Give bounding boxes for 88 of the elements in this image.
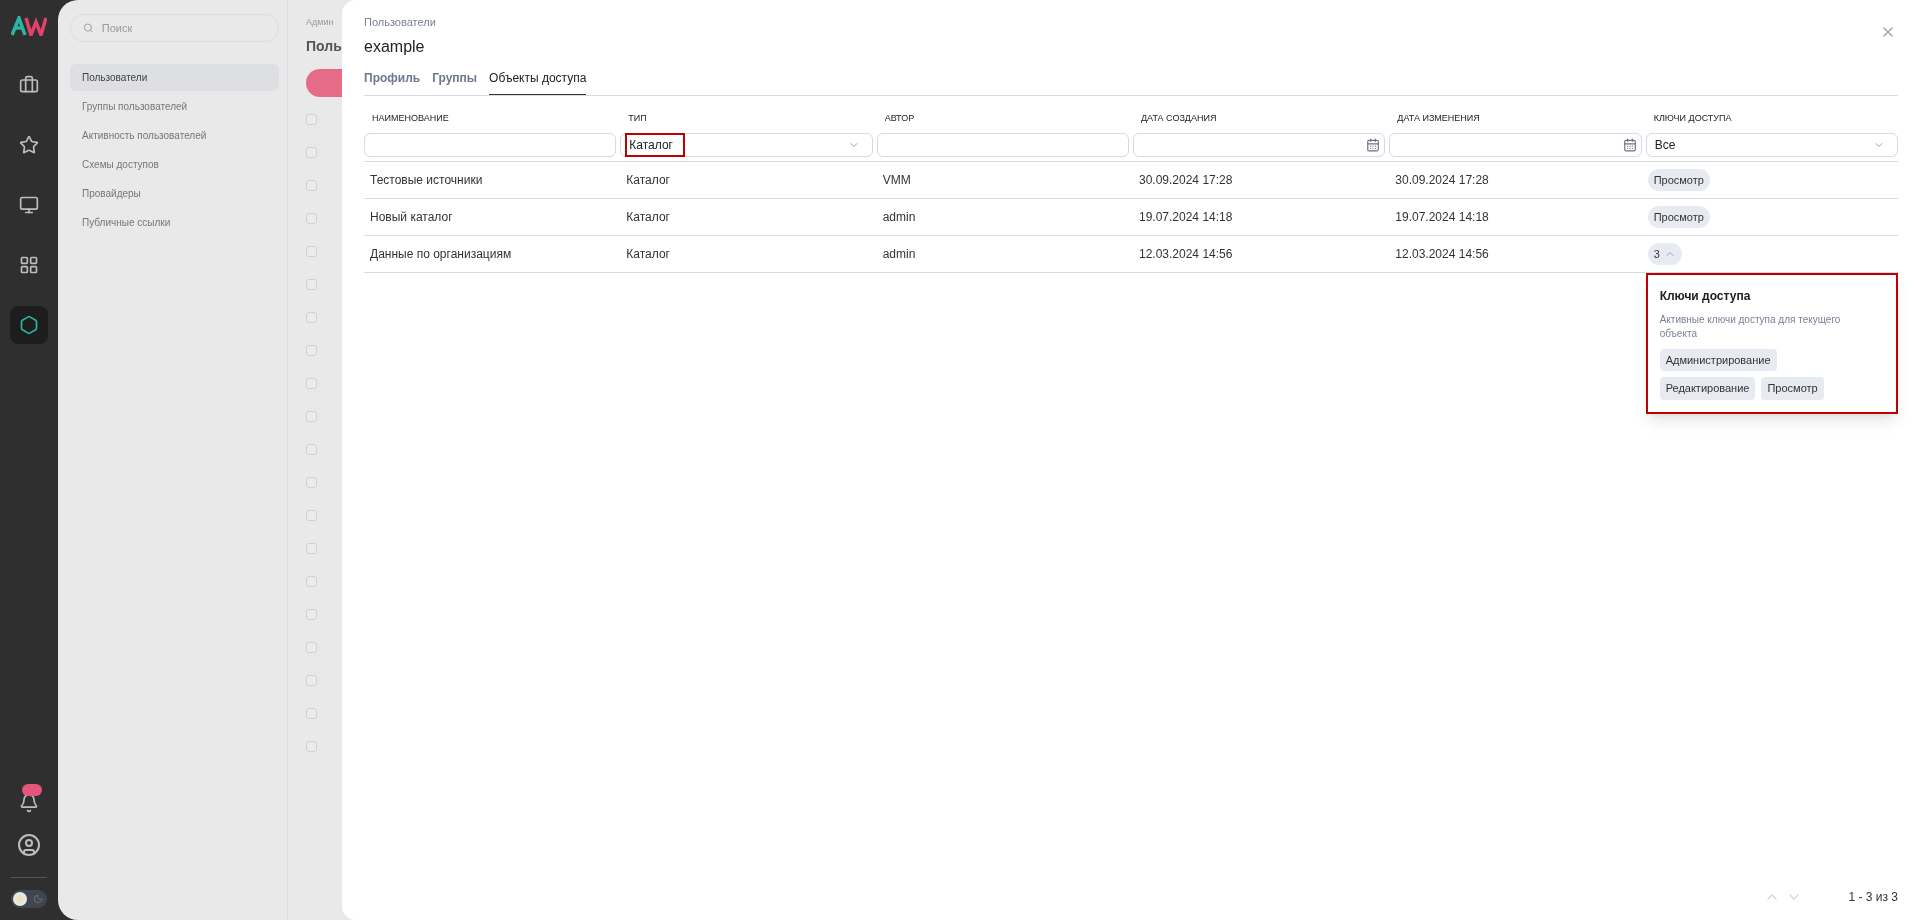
popover-description: Активные ключи доступа для текущего объекта bbox=[1659, 312, 1842, 341]
checkbox[interactable] bbox=[306, 575, 317, 587]
access-key-tag: Администрирование bbox=[1659, 348, 1777, 372]
column-header: АВТОР bbox=[883, 111, 916, 125]
filter-input[interactable] bbox=[364, 133, 617, 157]
table-cell-text: 12.03.2024 14:56 bbox=[1394, 246, 1490, 263]
select-field[interactable]: Каталог bbox=[620, 133, 873, 157]
checkbox[interactable] bbox=[306, 179, 317, 191]
access-key-tag: Просмотр bbox=[1647, 205, 1710, 229]
checkbox[interactable] bbox=[306, 542, 317, 554]
column-header: НАИМЕНОВАНИЕ bbox=[371, 111, 450, 125]
popover-title: Ключи доступа bbox=[1659, 287, 1752, 305]
filter-input[interactable] bbox=[876, 133, 1129, 157]
drawer-breadcrumb: Пользователи bbox=[364, 15, 436, 30]
tab[interactable]: Профиль bbox=[364, 68, 421, 95]
checkbox[interactable] bbox=[306, 212, 317, 224]
checkbox[interactable] bbox=[306, 245, 317, 257]
table-cell-text: Каталог bbox=[625, 246, 671, 263]
select-value: Все bbox=[1653, 137, 1677, 154]
checkbox[interactable] bbox=[306, 146, 317, 158]
checkbox[interactable] bbox=[306, 443, 317, 455]
table-cell-text: 12.03.2024 14:56 bbox=[1138, 246, 1234, 263]
checkbox[interactable] bbox=[306, 740, 317, 752]
monitor-icon bbox=[19, 195, 39, 215]
table-cell-text: admin bbox=[881, 246, 917, 263]
sidebar-item[interactable]: Активность пользователей bbox=[70, 122, 279, 149]
date-field[interactable] bbox=[1133, 133, 1386, 157]
calendar-icon bbox=[1366, 138, 1381, 152]
table-cell-text: admin bbox=[881, 209, 917, 226]
table-cell-text: VMM bbox=[881, 172, 912, 189]
user-avatar-icon[interactable] bbox=[17, 833, 41, 857]
table-cell-text: 30.09.2024 17:28 bbox=[1138, 172, 1234, 189]
checkbox[interactable] bbox=[306, 410, 317, 422]
checkbox[interactable] bbox=[306, 674, 317, 686]
table-cell-text: 19.07.2024 14:18 bbox=[1138, 209, 1234, 226]
briefcase-icon bbox=[19, 75, 39, 95]
search-input[interactable]: Поиск bbox=[101, 19, 266, 37]
sun-icon bbox=[13, 892, 27, 906]
checkbox[interactable] bbox=[306, 707, 317, 719]
rail-button[interactable] bbox=[10, 306, 48, 344]
key-count-toggle[interactable]: 3 bbox=[1647, 242, 1682, 266]
column-header: ДАТА ИЗМЕНЕНИЯ bbox=[1396, 111, 1481, 125]
sidebar-item[interactable]: Провайдеры bbox=[70, 180, 279, 207]
table-cell-text: Тестовые источники bbox=[369, 172, 484, 189]
theme-toggle[interactable] bbox=[11, 890, 47, 908]
checkbox[interactable] bbox=[306, 311, 317, 323]
checkbox[interactable] bbox=[306, 641, 317, 653]
checkbox[interactable] bbox=[306, 476, 317, 488]
checkbox[interactable] bbox=[306, 509, 317, 521]
table-cell-text: Новый каталог bbox=[369, 209, 454, 226]
checkbox[interactable] bbox=[306, 113, 317, 125]
checkbox[interactable] bbox=[306, 344, 317, 356]
select-value: Каталог bbox=[625, 133, 686, 157]
table-cell-text: Каталог bbox=[625, 209, 671, 226]
table-cell-text: 30.09.2024 17:28 bbox=[1394, 172, 1490, 189]
access-key-tag: Редактирование bbox=[1659, 377, 1756, 400]
tab[interactable]: Объекты доступа bbox=[489, 68, 587, 95]
logo-icon bbox=[11, 16, 47, 36]
page-title: Поль bbox=[306, 36, 342, 56]
drawer-title: example bbox=[364, 36, 426, 57]
sidebar-item[interactable]: Группы пользователей bbox=[70, 93, 279, 120]
checkbox[interactable] bbox=[306, 278, 317, 290]
checkbox[interactable] bbox=[306, 608, 317, 620]
date-field[interactable] bbox=[1389, 133, 1642, 157]
breadcrumb: Админ bbox=[306, 16, 335, 29]
access-key-tag: Просмотр bbox=[1647, 168, 1710, 192]
moon-icon bbox=[31, 892, 45, 906]
column-header: ДАТА СОЗДАНИЯ bbox=[1140, 111, 1218, 125]
pagination-range: 1 - 3 из 3 bbox=[1848, 889, 1898, 906]
hexagon-icon bbox=[19, 315, 39, 335]
tab[interactable]: Группы bbox=[432, 68, 478, 95]
notification-badge bbox=[22, 784, 42, 796]
sidebar-item[interactable]: Пользователи bbox=[70, 64, 279, 91]
table-cell-text: Каталог bbox=[625, 172, 671, 189]
select-field[interactable]: Все bbox=[1645, 133, 1898, 157]
search-icon bbox=[83, 22, 94, 34]
table-cell-text: 19.07.2024 14:18 bbox=[1394, 209, 1490, 226]
table-cell-text: Данные по организациям bbox=[369, 246, 513, 263]
sidebar-item[interactable]: Схемы доступов bbox=[70, 151, 279, 178]
column-header: КЛЮЧИ ДОСТУПА bbox=[1652, 111, 1733, 125]
star-icon bbox=[19, 135, 39, 155]
sidebar-item[interactable]: Публичные ссылки bbox=[70, 209, 279, 236]
calendar-icon bbox=[1622, 138, 1637, 152]
grid-icon bbox=[19, 255, 39, 275]
bell-icon[interactable] bbox=[19, 793, 39, 813]
column-header: ТИП bbox=[627, 111, 648, 125]
access-key-tag: Просмотр bbox=[1761, 377, 1824, 400]
checkbox[interactable] bbox=[306, 377, 317, 389]
